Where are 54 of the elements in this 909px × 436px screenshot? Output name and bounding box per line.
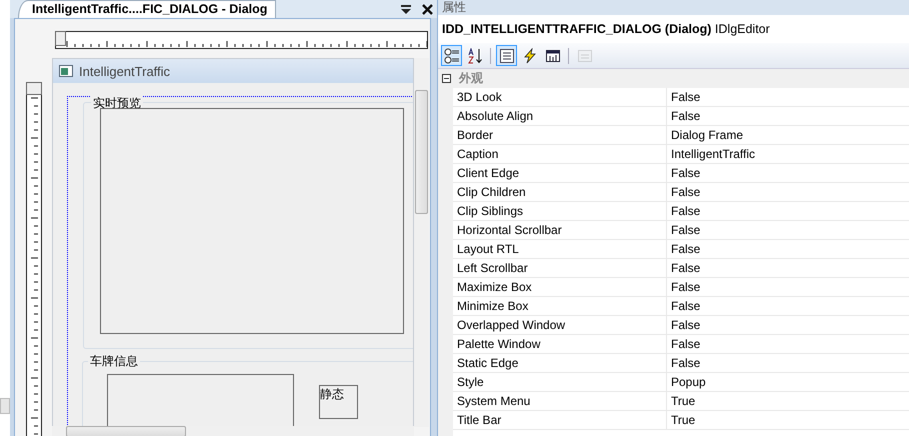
property-value[interactable]: False <box>667 88 909 107</box>
property-name[interactable]: Title Bar <box>453 411 667 430</box>
collapse-toggle[interactable] <box>442 74 451 83</box>
property-name[interactable]: Layout RTL <box>453 240 667 259</box>
property-value[interactable]: False <box>667 240 909 259</box>
scrollbar[interactable] <box>414 58 429 427</box>
scroll-thumb[interactable] <box>66 426 186 436</box>
property-name[interactable]: 3D Look <box>453 88 667 107</box>
property-value[interactable]: False <box>667 202 909 221</box>
property-value[interactable]: False <box>667 221 909 240</box>
property-value[interactable]: False <box>667 278 909 297</box>
property-value[interactable]: IntelligentTraffic <box>667 145 909 164</box>
property-value[interactable]: False <box>667 316 909 335</box>
property-name[interactable]: Static Edge <box>453 354 667 373</box>
property-value[interactable]: Popup <box>667 373 909 392</box>
property-name[interactable]: Maximize Box <box>453 278 667 297</box>
property-name[interactable]: Absolute Align <box>453 107 667 126</box>
property-name[interactable]: Clip Children <box>453 183 667 202</box>
property-value[interactable]: Dialog Frame <box>667 126 909 145</box>
property-name[interactable]: Minimize Box <box>453 297 667 316</box>
property-name[interactable]: Overlapped Window <box>453 316 667 335</box>
categorized-button[interactable] <box>441 45 462 66</box>
property-value[interactable]: False <box>667 354 909 373</box>
close-icon[interactable] <box>421 3 434 16</box>
property-value[interactable]: False <box>667 164 909 183</box>
dropdown-icon[interactable] <box>400 3 412 15</box>
property-value[interactable]: True <box>667 392 909 411</box>
property-value[interactable]: False <box>667 183 909 202</box>
property-name[interactable]: Border <box>453 126 667 145</box>
property-name[interactable]: Clip Siblings <box>453 202 667 221</box>
property-value[interactable]: False <box>667 107 909 126</box>
property-name[interactable]: Client Edge <box>453 164 667 183</box>
scrollbar[interactable] <box>52 426 414 436</box>
property-value[interactable]: True <box>667 411 909 430</box>
window-icon <box>59 65 73 77</box>
group-label: 车牌信息 <box>88 353 140 370</box>
dialog-title: IntelligentTraffic <box>79 64 170 78</box>
properties-button[interactable] <box>496 45 517 66</box>
property-value[interactable]: False <box>667 335 909 354</box>
property-name[interactable]: System Menu <box>453 392 667 411</box>
category-label: 外观 <box>459 70 483 87</box>
panel-title: 属性 <box>442 0 466 14</box>
property-name[interactable]: Left Scrollbar <box>453 259 667 278</box>
property-name[interactable]: Horizontal Scrollbar <box>453 221 667 240</box>
scrollbar[interactable] <box>0 398 10 414</box>
property-name[interactable]: Style <box>453 373 667 392</box>
static-text: 静态 <box>319 385 358 419</box>
object-selector[interactable]: IDD_INTELLIGENTTRAFFIC_DIALOG (Dialog) IDlgEditor <box>438 15 909 43</box>
property-value[interactable]: False <box>667 297 909 316</box>
document-tab[interactable]: IntelligentTraffic....FIC_DIALOG - Dialog <box>18 0 276 18</box>
scroll-thumb[interactable] <box>415 90 428 214</box>
property-value[interactable]: False <box>667 259 909 278</box>
property-name[interactable]: Caption <box>453 145 667 164</box>
property-name[interactable]: Palette Window <box>453 335 667 354</box>
